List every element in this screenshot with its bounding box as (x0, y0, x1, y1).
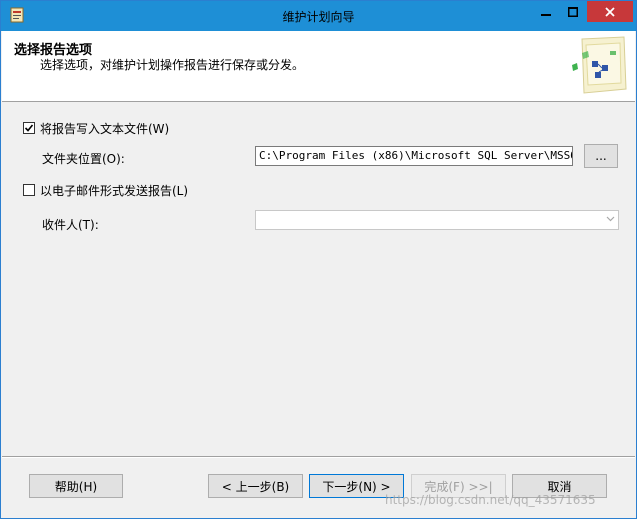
footer-separator (2, 456, 635, 458)
maximize-button[interactable] (560, 1, 586, 22)
wizard-illustration-icon (572, 36, 627, 94)
checkmark-icon (24, 124, 34, 132)
write-text-file-label[interactable]: 将报告写入文本文件(W) (40, 120, 169, 137)
recipient-select[interactable] (255, 210, 619, 230)
page-subtitle: 选择选项，对维护计划操作报告进行保存或分发。 (40, 58, 305, 72)
help-button[interactable]: 帮助(H) (29, 474, 123, 498)
chevron-down-icon (606, 216, 615, 222)
minimize-icon (541, 13, 551, 16)
watermark-url: https://blog.csdn.net/qq_43571635 (385, 493, 596, 507)
recipient-label: 收件人(T): (42, 218, 99, 232)
email-report-checkbox[interactable] (23, 184, 35, 196)
title-bar[interactable]: 维护计划向导 (1, 1, 636, 31)
folder-location-label: 文件夹位置(O): (42, 152, 125, 166)
maximize-icon (568, 6, 578, 17)
close-button[interactable] (587, 1, 633, 22)
wizard-header: 选择报告选项 选择选项，对维护计划操作报告进行保存或分发。 (2, 31, 635, 102)
browse-button[interactable]: ... (584, 144, 618, 168)
write-text-file-checkbox[interactable] (23, 122, 35, 134)
minimize-button[interactable] (533, 1, 559, 22)
back-button[interactable]: < 上一步(B) (208, 474, 303, 498)
wizard-window: 维护计划向导 选择报告选项 选择选项，对维护计划操作报告进行保存或分发。 将报告… (0, 0, 637, 519)
folder-location-input[interactable]: C:\Program Files (x86)\Microsoft SQL Ser… (255, 146, 573, 166)
wizard-content: 将报告写入文本文件(W) 文件夹位置(O): C:\Program Files … (2, 102, 635, 455)
close-icon (605, 6, 615, 17)
email-report-label[interactable]: 以电子邮件形式发送报告(L) (40, 182, 188, 199)
